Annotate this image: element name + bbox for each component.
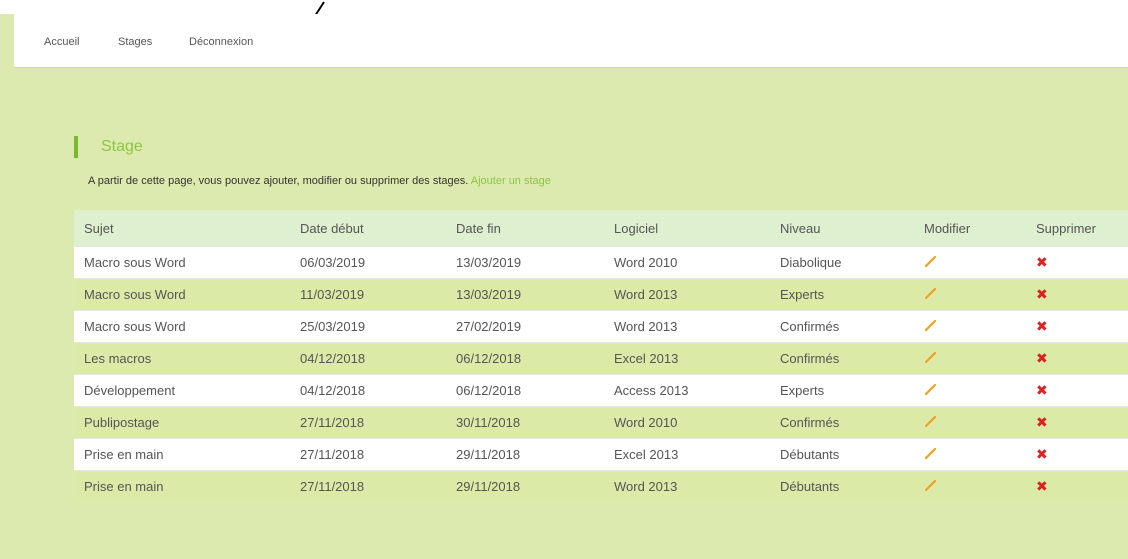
header-date-fin: Date fin — [446, 210, 604, 247]
cross-icon[interactable]: ✖ — [1036, 286, 1048, 303]
cell-date-debut: 27/11/2018 — [290, 406, 446, 439]
cell-date-fin: 30/11/2018 — [446, 406, 604, 439]
cell-supprimer: ✖ — [1026, 342, 1128, 375]
cell-niveau: Experts — [770, 278, 914, 311]
pencil-icon[interactable] — [924, 318, 938, 335]
cell-supprimer: ✖ — [1026, 406, 1128, 439]
pencil-icon[interactable] — [924, 414, 938, 431]
cell-modifier — [914, 342, 1026, 375]
cell-sujet: Développement — [74, 374, 290, 407]
cross-icon[interactable]: ✖ — [1036, 446, 1048, 463]
cell-date-fin: 06/12/2018 — [446, 342, 604, 375]
cell-sujet: Macro sous Word — [74, 278, 290, 311]
cell-date-debut: 06/03/2019 — [290, 246, 446, 279]
table-row: Développement 04/12/2018 06/12/2018 Access … — [74, 374, 1128, 407]
header-supprimer: Supprimer — [1026, 210, 1128, 247]
cell-modifier — [914, 310, 1026, 343]
pencil-icon[interactable] — [924, 446, 938, 463]
table-body: Macro sous Word 06/03/2019 13/03/2019 Word … — [74, 246, 1128, 502]
cell-modifier — [914, 438, 1026, 471]
cell-supprimer: ✖ — [1026, 310, 1128, 343]
table-row: Les macros 04/12/2018 06/12/2018 Excel 2013… — [74, 342, 1128, 375]
cell-logiciel: Excel 2013 — [604, 342, 770, 375]
cross-icon[interactable]: ✖ — [1036, 254, 1048, 271]
cross-icon[interactable]: ✖ — [1036, 318, 1048, 335]
cell-supprimer: ✖ — [1026, 374, 1128, 407]
cell-date-fin: 29/11/2018 — [446, 438, 604, 471]
intro-text: A partir de cette page, vous pouvez ajou… — [88, 175, 551, 187]
cell-date-fin: 29/11/2018 — [446, 470, 604, 502]
cell-modifier — [914, 470, 1026, 502]
cell-date-debut: 25/03/2019 — [290, 310, 446, 343]
cell-sujet: Publipostage — [74, 406, 290, 439]
cell-supprimer: ✖ — [1026, 246, 1128, 279]
nav-stages[interactable]: Stages — [118, 36, 152, 48]
cell-date-fin: 13/03/2019 — [446, 246, 604, 279]
cell-date-debut: 27/11/2018 — [290, 438, 446, 471]
cell-niveau: Débutants — [770, 470, 914, 502]
header-modifier: Modifier — [914, 210, 1026, 247]
cell-modifier — [914, 406, 1026, 439]
nav-accueil[interactable]: Accueil — [44, 36, 79, 48]
add-stage-link[interactable]: Ajouter un stage — [471, 175, 551, 187]
cell-logiciel: Excel 2013 — [604, 438, 770, 471]
cell-niveau: Experts — [770, 374, 914, 407]
cell-date-debut: 11/03/2019 — [290, 278, 446, 311]
table-row: Macro sous Word 11/03/2019 13/03/2019 Word … — [74, 278, 1128, 311]
cell-sujet: Prise en main — [74, 470, 290, 502]
pencil-icon[interactable] — [924, 286, 938, 303]
nav-deconnexion[interactable]: Déconnexion — [189, 36, 253, 48]
table-row: Macro sous Word 25/03/2019 27/02/2019 Word … — [74, 310, 1128, 343]
header-sujet: Sujet — [74, 210, 290, 247]
cross-icon[interactable]: ✖ — [1036, 414, 1048, 431]
cell-logiciel: Word 2013 — [604, 310, 770, 343]
cell-date-debut: 04/12/2018 — [290, 342, 446, 375]
pencil-icon[interactable] — [924, 478, 938, 495]
pencil-icon[interactable] — [924, 254, 938, 271]
cell-logiciel: Access 2013 — [604, 374, 770, 407]
top-navbar: Accueil Stages Déconnexion — [14, 14, 1128, 68]
table-row: Prise en main 27/11/2018 29/11/2018 Excel 2… — [74, 438, 1128, 471]
cross-icon[interactable]: ✖ — [1036, 382, 1048, 399]
cell-sujet: Prise en main — [74, 438, 290, 471]
cell-supprimer: ✖ — [1026, 470, 1128, 502]
cell-niveau: Débutants — [770, 438, 914, 471]
table-row: Macro sous Word 06/03/2019 13/03/2019 Word … — [74, 246, 1128, 279]
header-niveau: Niveau — [770, 210, 914, 247]
pencil-icon[interactable] — [924, 350, 938, 367]
table-row: Prise en main 27/11/2018 29/11/2018 Word 20… — [74, 470, 1128, 502]
cell-modifier — [914, 374, 1026, 407]
cell-modifier — [914, 278, 1026, 311]
cell-niveau: Confirmés — [770, 406, 914, 439]
cell-supprimer: ✖ — [1026, 438, 1128, 471]
header-logiciel: Logiciel — [604, 210, 770, 247]
cell-date-fin: 27/02/2019 — [446, 310, 604, 343]
cell-date-debut: 27/11/2018 — [290, 470, 446, 502]
cell-modifier — [914, 246, 1026, 279]
cell-sujet: Les macros — [74, 342, 290, 375]
cell-sujet: Macro sous Word — [74, 310, 290, 343]
intro-description: A partir de cette page, vous pouvez ajou… — [88, 175, 469, 187]
table-row: Publipostage 27/11/2018 30/11/2018 Word 201… — [74, 406, 1128, 439]
cell-date-fin: 13/03/2019 — [446, 278, 604, 311]
cell-logiciel: Word 2013 — [604, 278, 770, 311]
cell-niveau: Confirmés — [770, 310, 914, 343]
pencil-icon[interactable] — [924, 382, 938, 399]
cell-logiciel: Word 2010 — [604, 406, 770, 439]
cell-supprimer: ✖ — [1026, 278, 1128, 311]
cross-icon[interactable]: ✖ — [1036, 350, 1048, 367]
table-header-row: Sujet Date début Date fin Logiciel Nivea… — [74, 210, 1128, 247]
cell-niveau: Diabolique — [770, 246, 914, 279]
cell-niveau: Confirmés — [770, 342, 914, 375]
cell-date-debut: 04/12/2018 — [290, 374, 446, 407]
section-title: Stage — [74, 136, 143, 158]
cell-sujet: Macro sous Word — [74, 246, 290, 279]
cell-logiciel: Word 2013 — [604, 470, 770, 502]
cell-date-fin: 06/12/2018 — [446, 374, 604, 407]
cell-logiciel: Word 2010 — [604, 246, 770, 279]
stages-table: Sujet Date début Date fin Logiciel Nivea… — [74, 210, 1128, 502]
header-date-debut: Date début — [290, 210, 446, 247]
cross-icon[interactable]: ✖ — [1036, 478, 1048, 495]
